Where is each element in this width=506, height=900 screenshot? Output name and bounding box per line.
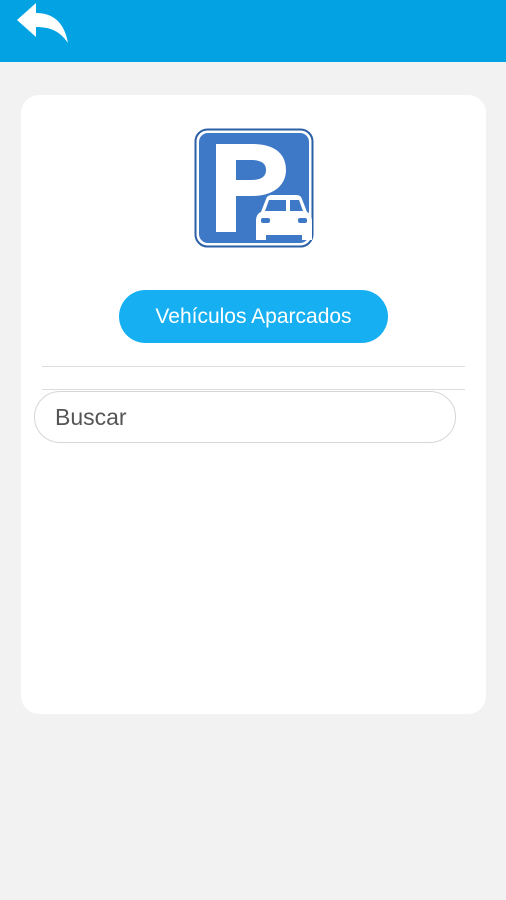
divider <box>42 366 465 367</box>
parked-vehicles-button-label: Vehículos Aparcados <box>155 304 352 328</box>
main-card: Vehículos Aparcados <box>21 95 486 714</box>
app-header <box>0 0 506 62</box>
divider <box>42 389 465 390</box>
reply-arrow-icon <box>17 3 68 43</box>
back-button[interactable] <box>14 2 72 46</box>
parked-vehicles-button[interactable]: Vehículos Aparcados <box>119 290 388 343</box>
parking-car-icon <box>194 128 314 248</box>
search-input[interactable] <box>53 402 455 432</box>
search-field[interactable] <box>34 391 456 443</box>
